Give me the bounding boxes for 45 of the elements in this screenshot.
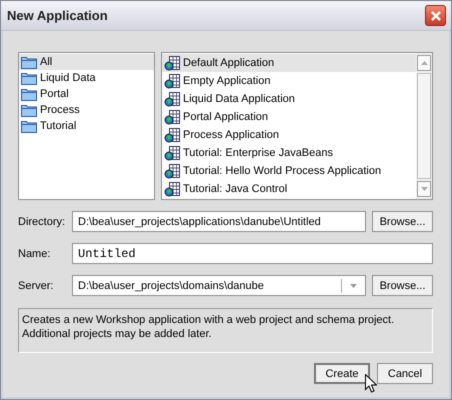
application-icon bbox=[164, 163, 180, 179]
folder-icon bbox=[21, 71, 37, 85]
application-icon bbox=[164, 73, 180, 89]
field-label: Directory: bbox=[18, 216, 66, 228]
mouse-cursor-icon bbox=[365, 374, 377, 393]
template-item[interactable]: Process Application bbox=[162, 126, 416, 144]
application-icon bbox=[164, 127, 180, 143]
category-item[interactable]: All bbox=[19, 54, 154, 70]
browse-button[interactable]: Browse... bbox=[372, 211, 433, 232]
folder-icon bbox=[21, 87, 37, 101]
close-icon bbox=[430, 10, 442, 22]
template-item[interactable]: Portal Application bbox=[162, 108, 416, 126]
window-title: New Application bbox=[7, 8, 108, 23]
folder-icon bbox=[21, 119, 37, 133]
description-text: Creates a new Workshop application with a web project and schema project. Additional projects may be added later. bbox=[22, 314, 394, 340]
up-arrow-icon bbox=[420, 61, 428, 65]
template-item[interactable]: Default Application bbox=[162, 54, 416, 72]
create-button[interactable]: Create bbox=[314, 363, 370, 384]
down-arrow-icon bbox=[420, 187, 428, 191]
close-button[interactable] bbox=[425, 5, 446, 26]
application-icon bbox=[164, 181, 180, 197]
template-item[interactable]: Liquid Data Application bbox=[162, 90, 416, 108]
scrollbar[interactable] bbox=[416, 53, 432, 199]
application-icon bbox=[164, 145, 180, 161]
folder-icon bbox=[21, 55, 37, 69]
template-item[interactable]: Empty Application bbox=[162, 72, 416, 90]
field-label: Name: bbox=[18, 248, 52, 260]
input-field[interactable]: D:\bea\user_projects\applications\danube\Untitled bbox=[72, 211, 366, 232]
application-icon bbox=[164, 55, 180, 71]
server-dropdown[interactable]: D:\bea\user_projects\domains\danube bbox=[72, 275, 366, 296]
folder-icon bbox=[21, 103, 37, 117]
category-item[interactable]: Portal bbox=[19, 86, 154, 102]
template-item[interactable]: Tutorial: Hello World Process Application bbox=[162, 162, 416, 180]
dropdown-arrow-icon bbox=[350, 284, 357, 288]
cancel-button[interactable]: Cancel bbox=[377, 363, 433, 384]
application-icon bbox=[164, 91, 180, 107]
category-item[interactable]: Liquid Data bbox=[19, 70, 154, 86]
template-item[interactable]: Tutorial: Java Control bbox=[162, 180, 416, 198]
template-item[interactable]: Tutorial: Enterprise JavaBeans bbox=[162, 144, 416, 162]
input-field[interactable]: Untitled bbox=[72, 243, 433, 264]
category-item[interactable]: Process bbox=[19, 102, 154, 118]
browse-button[interactable]: Browse... bbox=[372, 275, 433, 296]
application-icon bbox=[164, 109, 180, 125]
field-label: Server: bbox=[18, 280, 54, 292]
category-item[interactable]: Tutorial bbox=[19, 118, 154, 134]
